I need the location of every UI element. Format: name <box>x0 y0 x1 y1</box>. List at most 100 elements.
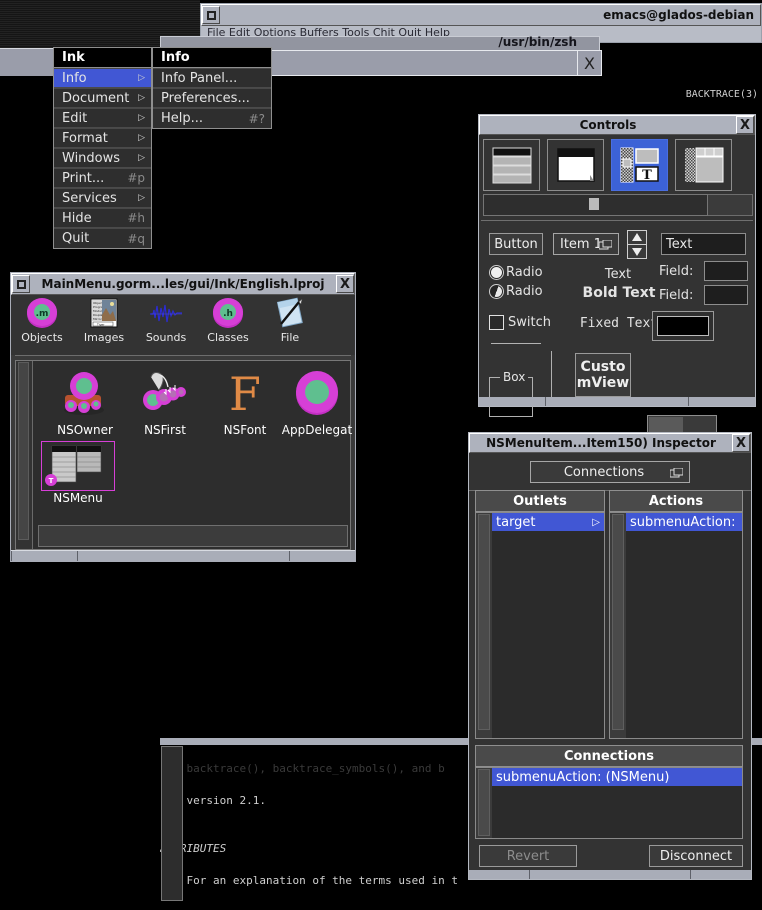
submenu-info[interactable]: Info Info Panel... Preferences... Help..… <box>152 47 272 129</box>
gorm-tab-file[interactable]: File <box>259 297 321 355</box>
palette-textfield-control[interactable]: Text <box>661 233 746 255</box>
gorm-resize-center[interactable] <box>77 551 289 561</box>
palette-popup-control[interactable]: Item 1 <box>553 233 619 255</box>
menu-item-windows[interactable]: Windows ▷ <box>54 148 151 168</box>
outlets-list-item[interactable]: target ▷ <box>492 513 604 531</box>
actions-scrollbar[interactable] <box>610 513 626 738</box>
inspector-resize-left[interactable] <box>469 870 530 879</box>
gorm-toolbar[interactable]: .m Objects Object Program Module Display M… <box>11 295 355 355</box>
menu-item-edit[interactable]: Edit ▷ <box>54 108 151 128</box>
palette-tab-strip[interactable]: T <box>479 135 755 192</box>
inspector-mode-popup[interactable]: Connections <box>530 461 690 483</box>
terminal-bottom-scrollbar[interactable] <box>161 746 183 901</box>
palette-scroll-track[interactable] <box>483 194 708 216</box>
outlets-scrollbar-knob[interactable] <box>478 514 490 730</box>
inspector-window[interactable]: NSMenuItem...Item150) Inspector X Connec… <box>468 432 752 880</box>
palette-tab-menus[interactable] <box>483 139 540 191</box>
menu-item-hide[interactable]: Hide #h <box>54 208 151 228</box>
gorm-objects-grid[interactable]: NSOwner NSFirst F NSFont AppDelegat T NS… <box>33 361 352 549</box>
menu-item-format[interactable]: Format ▷ <box>54 128 151 148</box>
gorm-tab-classes[interactable]: .h Classes <box>197 297 259 355</box>
palette-radio-2[interactable]: Radio <box>489 284 543 299</box>
inspector-split-handle[interactable] <box>601 737 613 751</box>
connections-list-item[interactable]: submenuAction: (NSMenu) <box>492 768 742 786</box>
gorm-resize-right[interactable] <box>289 551 355 561</box>
gorm-tab-objects[interactable]: .m Objects <box>11 297 73 355</box>
gorm-document-window[interactable]: MainMenu.gorm...les/gui/Ink/English.lpro… <box>10 272 356 562</box>
palette-customview-control[interactable]: Custo mView <box>575 353 631 397</box>
menu-item-services[interactable]: Services ▷ <box>54 188 151 208</box>
inspector-connections-list[interactable]: submenuAction: (NSMenu) <box>475 767 743 839</box>
palette-slider-thumb[interactable] <box>649 417 683 433</box>
gorm-tab-images[interactable]: Object Program Module Display Mirror Tiger… <box>73 297 135 355</box>
gorm-objects-pane[interactable]: NSOwner NSFirst F NSFont AppDelegat T NS… <box>15 360 352 550</box>
inspector-resize-center[interactable] <box>530 870 691 879</box>
palette-resize-center[interactable] <box>546 397 689 406</box>
inspector-revert-button[interactable]: Revert <box>479 845 577 867</box>
emacs-minimize-button[interactable] <box>202 6 220 24</box>
gorm-tab-label: Objects <box>21 331 63 344</box>
menu-item-info-panel[interactable]: Info Panel... <box>153 68 271 88</box>
gorm-vertical-scrollbar[interactable] <box>16 361 33 549</box>
inspector-disconnect-button[interactable]: Disconnect <box>649 845 743 867</box>
actions-list-item[interactable]: submenuAction: <box>626 513 742 531</box>
inspector-close-button[interactable]: X <box>732 434 750 452</box>
connections-scrollbar[interactable] <box>476 768 492 838</box>
menu-item-print[interactable]: Print... #p <box>54 168 151 188</box>
gorm-object-nsfont[interactable]: F NSFont <box>201 365 289 437</box>
palette-field2-input[interactable] <box>704 285 748 305</box>
palette-scroll-end[interactable] <box>707 194 753 216</box>
palette-switch-control[interactable]: Switch <box>489 315 551 330</box>
actions-scrollbar-knob[interactable] <box>612 514 624 730</box>
palette-stepper-control[interactable] <box>627 230 647 263</box>
gorm-object-nsowner[interactable]: NSOwner <box>41 365 129 437</box>
emacs-titlebar[interactable]: emacs@glados-debian <box>201 4 761 26</box>
gorm-scrollbar-knob[interactable] <box>18 362 29 540</box>
palette-tab-views[interactable] <box>675 139 732 191</box>
gorm-minimize-button[interactable] <box>12 275 30 293</box>
gorm-object-nsmenu[interactable]: T NSMenu <box>41 441 115 505</box>
app-menu-ink[interactable]: Ink Info ▷ Document ▷ Edit ▷ Format ▷ Wi… <box>53 47 152 249</box>
gorm-tab-sounds[interactable]: Sounds <box>135 297 197 355</box>
palette-titlebar[interactable]: Controls X <box>479 115 755 135</box>
gorm-resize-bar[interactable] <box>11 550 355 561</box>
palette-window[interactable]: Controls X T Button Item 1 Text Radio Ra… <box>478 114 756 499</box>
palette-close-button[interactable]: X <box>736 116 754 134</box>
gorm-titlebar[interactable]: MainMenu.gorm...les/gui/Ink/English.lpro… <box>11 273 355 295</box>
palette-controls-area[interactable]: Button Item 1 Text Radio Radio Switch Bo… <box>479 221 755 499</box>
palette-button-control[interactable]: Button <box>489 233 543 255</box>
actions-list-content[interactable]: submenuAction: <box>626 513 742 738</box>
palette-tab-controls[interactable]: T <box>611 139 668 191</box>
inspector-resize-right[interactable] <box>691 870 751 879</box>
connections-list-content[interactable]: submenuAction: (NSMenu) <box>492 768 742 838</box>
menu-item-quit[interactable]: Quit #q <box>54 228 151 248</box>
menu-item-info[interactable]: Info ▷ <box>54 68 151 88</box>
palette-resize-right[interactable] <box>689 397 755 406</box>
menu-item-help[interactable]: Help... #? <box>153 108 271 128</box>
gorm-object-appdelegate[interactable]: AppDelegat <box>279 365 355 437</box>
outlets-scrollbar[interactable] <box>476 513 492 738</box>
menu-item-preferences[interactable]: Preferences... <box>153 88 271 108</box>
gorm-resize-left[interactable] <box>11 551 77 561</box>
palette-resize-bar[interactable] <box>479 397 755 406</box>
palette-scroll-knob[interactable] <box>588 198 599 210</box>
palette-radio-1[interactable]: Radio <box>489 265 543 280</box>
palette-color-well[interactable] <box>652 311 714 341</box>
gorm-object-label: NSFont <box>223 423 267 437</box>
outlets-list-content[interactable]: target ▷ <box>492 513 604 738</box>
inspector-actions-list[interactable]: submenuAction: <box>609 512 743 739</box>
zsh-close-button[interactable]: X <box>577 50 602 76</box>
emacs-title: emacs@glados-debian <box>603 8 754 22</box>
palette-resize-left[interactable] <box>479 397 546 406</box>
connections-scrollbar-knob[interactable] <box>478 769 490 837</box>
palette-scrollbar[interactable] <box>483 194 753 216</box>
menu-item-document[interactable]: Document ▷ <box>54 88 151 108</box>
gorm-close-button[interactable]: X <box>336 275 354 293</box>
palette-vertical-divider <box>551 351 552 399</box>
palette-tab-windows[interactable] <box>547 139 604 191</box>
palette-field1-input[interactable] <box>704 261 748 281</box>
inspector-titlebar[interactable]: NSMenuItem...Item150) Inspector X <box>469 433 751 453</box>
gorm-object-nsfirst[interactable]: NSFirst <box>121 365 209 437</box>
inspector-outlets-list[interactable]: target ▷ <box>475 512 605 739</box>
inspector-resize-bar[interactable] <box>469 870 751 879</box>
